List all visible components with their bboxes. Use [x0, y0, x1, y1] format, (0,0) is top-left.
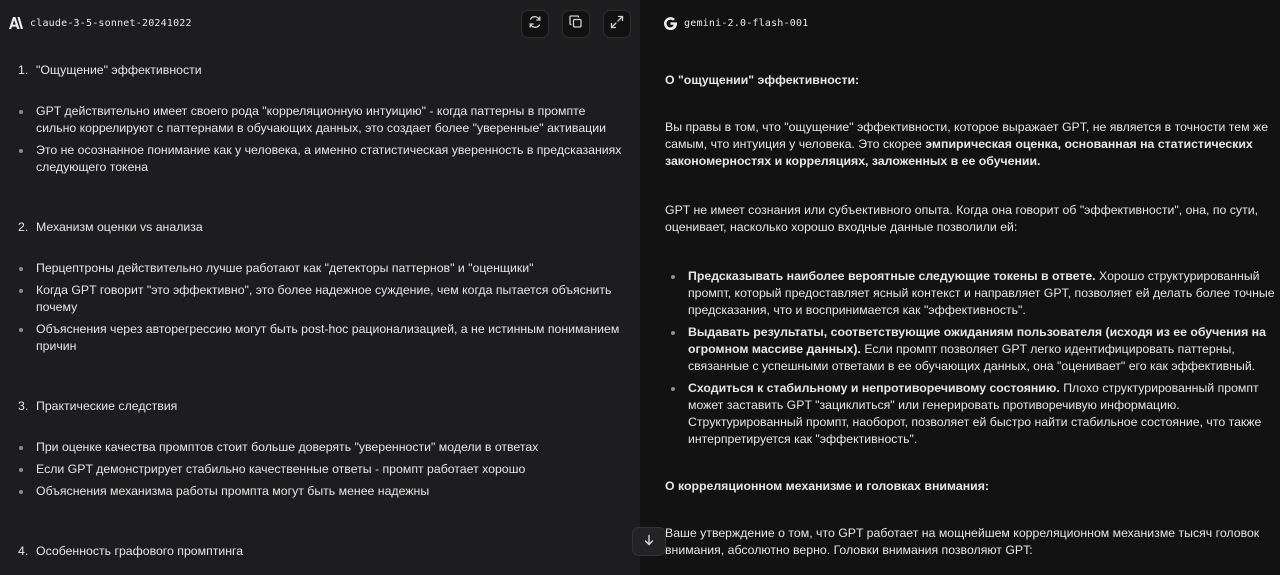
copy-button[interactable] [562, 10, 590, 38]
anthropic-logo-icon [8, 15, 24, 31]
left-model-header: claude-3-5-sonnet-20241022 [8, 10, 192, 36]
copy-icon [569, 14, 583, 34]
right-model-name: gemini-2.0-flash-001 [684, 17, 809, 29]
right-response-body: О "ощущении" эффективности: Вы правы в т… [665, 72, 1275, 559]
paragraph: Ваше утверждение о том, что GPT работает… [665, 526, 1260, 557]
refresh-icon [528, 15, 542, 34]
list-item: Предсказывать наиболее вероятные следующ… [665, 268, 1275, 319]
right-response-pane: gemini-2.0-flash-001 О "ощущении" эффект… [640, 0, 1280, 575]
section-number: 2. [18, 220, 29, 234]
section-number: 1. [18, 63, 29, 77]
arrow-down-icon [643, 533, 655, 551]
list-item: Сходиться к стабильному и непротиворечив… [665, 380, 1275, 448]
section-number: 4. [18, 544, 29, 558]
list-item: Перцептроны действительно лучше работают… [18, 260, 628, 277]
left-response-pane: claude-3-5-sonnet-20241022 1. "Ощущение" … [0, 0, 640, 575]
section-title: Особенность графового промптинга [36, 544, 244, 558]
heading-correlation: О корреляционном механизме и головках вн… [665, 479, 989, 493]
section-1: 1. "Ощущение" эффективности GPT действите… [18, 62, 628, 176]
list-item-bold: Сходиться к стабильному и непротиворечив… [688, 381, 1060, 395]
section-number: 3. [18, 399, 29, 413]
response-toolbar [521, 10, 631, 38]
list-item: GPT действительно имеет своего рода "кор… [18, 103, 628, 137]
list-item: Это не осознанное понимание как у челове… [18, 142, 628, 176]
list-item-bold: Предсказывать наиболее вероятные следующ… [688, 269, 1096, 283]
scroll-to-bottom-button[interactable] [632, 527, 666, 556]
list-item: Объяснения через авторегрессию могут быт… [18, 321, 628, 355]
list-item: Если GPT демонстрирует стабильно качеств… [18, 461, 628, 478]
list-item: Когда GPT говорит "это эффективно", это … [18, 282, 628, 316]
list-item: Выдавать результаты, соответствующие ожи… [665, 324, 1275, 375]
list-item: При оценке качества промптов стоит больш… [18, 439, 628, 456]
left-response-body: 1. "Ощущение" эффективности GPT действите… [18, 62, 628, 575]
section-3: 3. Практические следствия При оценке каче… [18, 398, 628, 500]
section-2: 2. Механизм оценки vs анализа Перцептроны… [18, 219, 628, 355]
google-logo-icon [662, 15, 678, 31]
bullet-list: Предсказывать наиболее вероятные следующ… [665, 268, 1275, 448]
expand-button[interactable] [603, 10, 631, 38]
list-item: Объяснения механизма работы промпта могу… [18, 483, 628, 500]
left-model-name: claude-3-5-sonnet-20241022 [30, 17, 192, 29]
paragraph: GPT не имеет сознания или субъективного … [665, 203, 1258, 234]
section-4: 4. Особенность графового промптинга [18, 543, 628, 560]
regenerate-button[interactable] [521, 10, 549, 38]
right-model-header: gemini-2.0-flash-001 [662, 10, 808, 36]
paragraph: Вы правы в том, что "ощущение" эффективн… [665, 119, 1275, 170]
section-title: Практические следствия [36, 399, 178, 413]
section-title: Механизм оценки vs анализа [36, 220, 203, 234]
heading-efficiency: О "ощущении" эффективности: [665, 73, 860, 87]
expand-icon [610, 15, 624, 34]
section-title: "Ощущение" эффективности [36, 63, 202, 77]
